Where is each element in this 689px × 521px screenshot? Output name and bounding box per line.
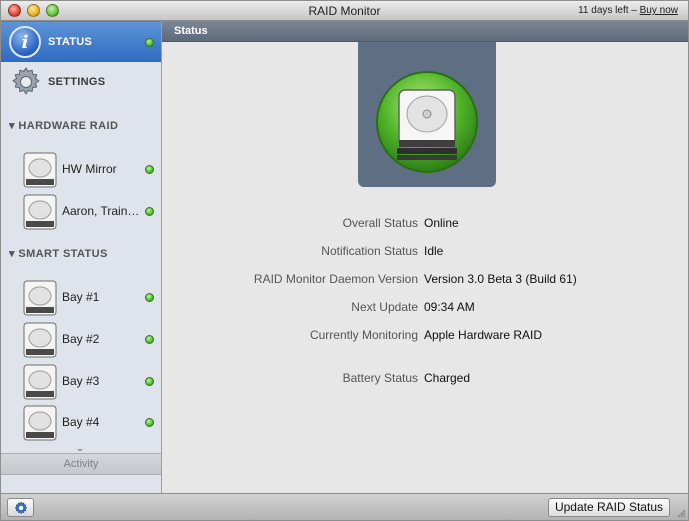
panel-header: Status	[162, 21, 688, 42]
bottom-toolbar: Update RAID Status	[1, 493, 688, 520]
status-row-next-update: Next Update 09:34 AM	[162, 300, 688, 316]
status-value: Apple Hardware RAID	[424, 328, 543, 342]
hard-drive-icon	[23, 405, 57, 441]
status-ok-indicator-icon	[145, 165, 154, 174]
status-value: Idle	[424, 244, 444, 258]
status-value: Version 3.0 Beta 3 (Build 61)	[424, 272, 577, 286]
info-icon: i	[9, 26, 41, 58]
status-row-battery: Battery Status Charged	[162, 371, 688, 387]
activity-label: Activity	[63, 458, 99, 470]
title-bar[interactable]: RAID Monitor 11 days left – Buy now	[1, 1, 688, 21]
activity-panel-header[interactable]: Activity	[1, 453, 161, 475]
status-row-daemon-version: RAID Monitor Daemon Version Version 3.0 …	[162, 272, 688, 288]
drive-label: Bay #4	[62, 415, 100, 429]
drive-label: Aaron, Train …	[62, 204, 142, 218]
sidebar-item-hw-mirror[interactable]: HW Mirror	[1, 149, 161, 189]
drive-status-graphic	[358, 42, 496, 187]
section-header-hardware-raid[interactable]: ▾ HARDWARE RAID	[9, 119, 118, 132]
sidebar-item-aaron-train[interactable]: Aaron, Train …	[1, 191, 161, 231]
hard-drive-icon	[23, 280, 57, 316]
status-value: Online	[424, 216, 459, 230]
status-ok-indicator-icon	[145, 293, 154, 302]
status-key: Next Update	[351, 300, 418, 314]
gear-icon	[14, 501, 28, 515]
status-row-monitoring: Currently Monitoring Apple Hardware RAID	[162, 328, 688, 344]
status-panel: Status Overall Status Online Notificatio…	[162, 21, 688, 493]
sidebar-item-settings[interactable]: SETTINGS	[1, 62, 161, 103]
status-ok-indicator-icon	[145, 38, 154, 47]
raid-healthy-drive-icon	[376, 71, 478, 173]
section-header-smart-status[interactable]: ▾ SMART STATUS	[9, 247, 108, 260]
hard-drive-icon	[23, 152, 57, 188]
sidebar-item-bay-2[interactable]: Bay #2	[1, 319, 161, 359]
status-ok-indicator-icon	[145, 335, 154, 344]
sidebar-item-bay-4[interactable]: Bay #4	[1, 402, 161, 442]
status-value: 09:34 AM	[424, 300, 475, 314]
update-raid-status-button[interactable]: Update RAID Status	[547, 498, 670, 517]
drive-label: Bay #3	[62, 374, 100, 388]
panel-title: Status	[174, 25, 208, 37]
drive-label: Bay #1	[62, 290, 100, 304]
status-value: Charged	[424, 371, 471, 385]
hard-drive-icon	[23, 194, 57, 230]
activity-splitter-handle[interactable]	[78, 449, 82, 451]
sidebar-item-label: STATUS	[48, 36, 93, 48]
sidebar-item-bay-3[interactable]: Bay #3	[1, 361, 161, 401]
status-row-notification: Notification Status Idle	[162, 244, 688, 260]
drive-label: Bay #2	[62, 332, 100, 346]
status-key: Currently Monitoring	[309, 328, 418, 342]
sidebar-item-status[interactable]: i STATUS	[1, 21, 161, 62]
sidebar-item-label: SETTINGS	[48, 76, 106, 88]
trial-days-left: 11 days left –	[578, 5, 637, 16]
resize-grip-icon[interactable]	[676, 508, 686, 518]
settings-action-button[interactable]	[7, 498, 34, 517]
status-key: Battery Status	[342, 371, 418, 385]
hard-drive-icon	[23, 322, 57, 358]
status-row-overall: Overall Status Online	[162, 216, 688, 232]
status-key: Overall Status	[342, 216, 418, 230]
sidebar-item-bay-1[interactable]: Bay #1	[1, 277, 161, 317]
status-ok-indicator-icon	[145, 377, 154, 386]
status-ok-indicator-icon	[145, 207, 154, 216]
sidebar: i STATUS SETTINGS ▾ HARDWARE RAID HW Mir…	[1, 21, 162, 493]
raid-monitor-window: RAID Monitor 11 days left – Buy now i ST…	[0, 0, 689, 521]
status-key: RAID Monitor Daemon Version	[253, 272, 418, 286]
status-key: Notification Status	[321, 244, 418, 258]
hard-drive-icon	[23, 364, 57, 400]
drive-label: HW Mirror	[62, 162, 117, 176]
gear-icon	[12, 67, 40, 95]
status-ok-indicator-icon	[145, 418, 154, 427]
buy-now-link[interactable]: Buy now	[640, 5, 678, 16]
trial-notice: 11 days left – Buy now	[578, 5, 678, 16]
